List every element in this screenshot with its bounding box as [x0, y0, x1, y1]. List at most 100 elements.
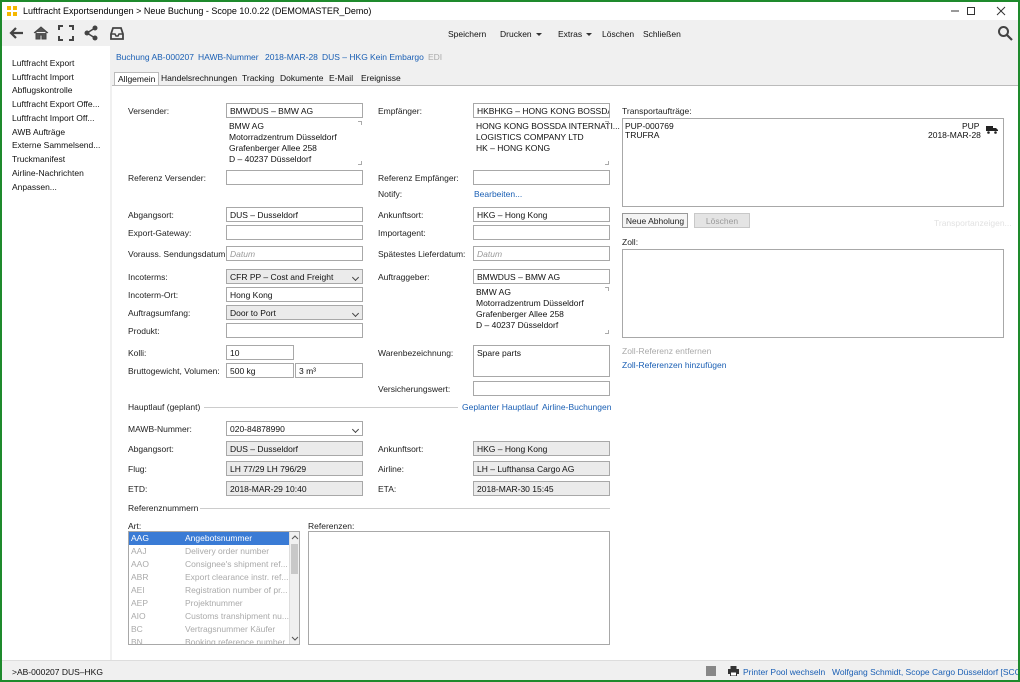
- references-textarea[interactable]: [308, 531, 610, 645]
- extras-menu-label: Extras: [558, 29, 583, 39]
- sidebar-item-truck-manifest[interactable]: Truckmanifest: [12, 154, 65, 164]
- pieces-field[interactable]: 10: [226, 345, 294, 360]
- ref-consignee-field[interactable]: [473, 170, 610, 185]
- breadcrumb-hawb[interactable]: HAWB-Nummer: [198, 52, 259, 62]
- export-gateway-field[interactable]: [226, 225, 363, 240]
- chevron-up-icon[interactable]: [291, 534, 299, 540]
- list-item[interactable]: AEI Registration number of pr...: [129, 584, 299, 597]
- home-button[interactable]: [32, 24, 50, 42]
- goods-field[interactable]: Spare parts: [473, 345, 610, 377]
- tab-events[interactable]: Ereignisse: [358, 72, 404, 86]
- product-field[interactable]: [226, 323, 363, 338]
- print-menu[interactable]: Drucken: [500, 29, 542, 39]
- client-field[interactable]: BMWDUS – BMW AG: [473, 269, 610, 284]
- scope-label: Auftragsumfang:: [128, 308, 191, 318]
- mawb-select[interactable]: 020-84878990: [226, 421, 363, 436]
- list-item[interactable]: AAG Angebotsnummer: [129, 532, 299, 545]
- incoterm-place-label: Incoterm-Ort:: [128, 290, 179, 300]
- search-button[interactable]: [996, 24, 1014, 42]
- list-item[interactable]: BC Vertragsnummer Käufer: [129, 623, 299, 636]
- ship-date-field[interactable]: Datum: [226, 246, 363, 261]
- list-item[interactable]: AAO Consignee's shipment ref...: [129, 558, 299, 571]
- add-customs-ref-link[interactable]: Zoll-Referenzen hinzufügen: [622, 360, 726, 370]
- current-user-link[interactable]: Wolfgang Schmidt, Scope Cargo Düsseldorf…: [832, 667, 1018, 677]
- tab-documents[interactable]: Dokumente: [277, 72, 326, 86]
- destination-label: Ankunftsort:: [378, 210, 424, 220]
- breadcrumb-edi: EDI: [428, 52, 443, 62]
- new-pickup-button[interactable]: Neue Abholung: [622, 213, 688, 228]
- delete-pickup-button[interactable]: Löschen: [694, 213, 750, 228]
- product-label: Produkt:: [128, 326, 160, 336]
- incoterm-place-field[interactable]: Hong Kong: [226, 287, 363, 302]
- breadcrumb-date[interactable]: 2018-MAR-28: [265, 52, 318, 62]
- extras-menu[interactable]: Extras: [558, 29, 593, 39]
- consignee-field[interactable]: HKBHKG – HONG KONG BOSSDA INT: [473, 103, 610, 118]
- list-item[interactable]: AAJ Delivery order number: [129, 545, 299, 558]
- notify-label: Notify:: [378, 189, 403, 199]
- volume-field[interactable]: 3 m³: [295, 363, 363, 378]
- save-button[interactable]: Speichern: [448, 29, 486, 39]
- ref-type-list[interactable]: AAG Angebotsnummer AAJ Delivery order numb…: [128, 531, 300, 645]
- scrollbar[interactable]: [289, 532, 299, 644]
- sidebar-item-airline-messages[interactable]: Airline-Nachrichten: [12, 168, 84, 178]
- customs-list[interactable]: [622, 249, 1004, 338]
- shipper-field[interactable]: BMWDUS – BMW AG: [226, 103, 363, 118]
- share-button[interactable]: [82, 24, 100, 42]
- sidebar-item-awb-orders[interactable]: AWB Aufträge: [12, 127, 65, 137]
- chevron-down-icon[interactable]: [291, 636, 299, 642]
- insurance-field[interactable]: [473, 381, 610, 396]
- ref-shipper-field[interactable]: [226, 170, 363, 185]
- sidebar-item-departure-control[interactable]: Abflugskontrolle: [12, 85, 72, 95]
- import-agent-field[interactable]: [473, 225, 610, 240]
- tab-tracking[interactable]: Tracking: [239, 72, 277, 86]
- latest-delivery-field[interactable]: Datum: [473, 246, 610, 261]
- note-icon[interactable]: [706, 666, 716, 676]
- consignee-address-line: LOGISTICS COMPANY LTD: [476, 132, 584, 142]
- consignee-address-line: HK – HONG KONG: [476, 143, 551, 153]
- resize-corner: [605, 330, 609, 334]
- print-menu-label: Drucken: [500, 29, 532, 39]
- client-address-line: BMW AG: [476, 287, 511, 297]
- list-item[interactable]: BN Booking reference number: [129, 636, 299, 645]
- tab-email[interactable]: E-Mail: [326, 72, 356, 86]
- etd-field: 2018-MAR-29 10:40: [226, 481, 363, 496]
- delete-button[interactable]: Löschen: [602, 29, 634, 39]
- sidebar-item-import-open[interactable]: Luftfracht Import Off...: [12, 113, 95, 123]
- transport-orders-list[interactable]: PUP-000769 TRUFRA PUP 2018-MAR-28: [622, 118, 1004, 207]
- breadcrumb-embargo[interactable]: Kein Embargo: [370, 52, 424, 62]
- sidebar-item-export-open[interactable]: Luftfracht Export Offe...: [12, 99, 100, 109]
- tab-commercial-invoices[interactable]: Handelsrechnungen: [158, 72, 240, 86]
- maximize-button[interactable]: [954, 2, 988, 20]
- list-item[interactable]: ABR Export clearance instr. ref...: [129, 571, 299, 584]
- ref-code: AAJ: [131, 546, 147, 556]
- back-button[interactable]: [8, 24, 26, 42]
- order-party: TRUFRA: [625, 130, 660, 140]
- breadcrumb-route[interactable]: DUS – HKG: [322, 52, 368, 62]
- ref-name: Booking reference number: [185, 637, 286, 645]
- incoterms-select[interactable]: CFR PP – Cost and Freight: [226, 269, 363, 284]
- sidebar-item-customize[interactable]: Anpassen...: [12, 182, 57, 192]
- notify-edit-link[interactable]: Bearbeiten...: [474, 189, 522, 199]
- close-button[interactable]: Schließen: [643, 29, 681, 39]
- origin-field[interactable]: DUS – Dusseldorf: [226, 207, 363, 222]
- tab-general[interactable]: Allgemein: [114, 72, 160, 86]
- sidebar-item-air-export[interactable]: Luftfracht Export: [12, 58, 74, 68]
- sidebar-item-air-import[interactable]: Luftfracht Import: [12, 72, 74, 82]
- destination-field[interactable]: HKG – Hong Kong: [473, 207, 610, 222]
- planned-mainhaul-link[interactable]: Geplanter Hauptlauf: [462, 402, 538, 412]
- airline-bookings-link[interactable]: Airline-Buchungen: [542, 402, 611, 412]
- fullscreen-button[interactable]: [57, 24, 75, 42]
- arrow-left-icon: [9, 27, 23, 39]
- inbox-button[interactable]: [108, 24, 126, 42]
- scope-select[interactable]: Door to Port: [226, 305, 363, 320]
- shipper-address-line: D – 40237 Düsseldorf: [229, 154, 312, 164]
- close-window-button[interactable]: [984, 2, 1018, 20]
- weight-field[interactable]: 500 kg: [226, 363, 294, 378]
- switch-printer-pool-link[interactable]: Printer Pool wechseln: [743, 667, 825, 677]
- ref-name: Registration number of pr...: [185, 585, 288, 595]
- breadcrumb-booking[interactable]: Buchung AB-000207: [116, 52, 194, 62]
- list-item[interactable]: AEP Projektnummer: [129, 597, 299, 610]
- scrollbar-thumb[interactable]: [291, 544, 298, 574]
- sidebar-item-external-consolidations[interactable]: Externe Sammelsend...: [12, 140, 100, 150]
- list-item[interactable]: AIO Customs transhipment nu...: [129, 610, 299, 623]
